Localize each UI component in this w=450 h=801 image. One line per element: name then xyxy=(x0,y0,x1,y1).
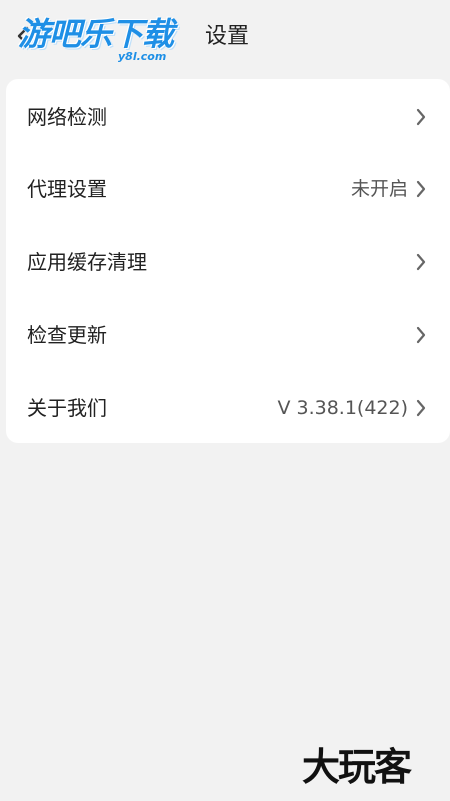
settings-item-value: 未开启 xyxy=(350,178,408,200)
settings-item-label: 网络检测 xyxy=(27,105,107,129)
top-bar: 游吧乐下载 y8l.com 设置 xyxy=(0,0,450,72)
watermark-logo: 大玩客 xyxy=(302,742,444,792)
settings-item-clear-cache[interactable]: 应用缓存清理 xyxy=(6,226,450,298)
chevron-right-icon xyxy=(414,107,428,127)
settings-item-proxy[interactable]: 代理设置 未开启 xyxy=(6,153,450,225)
logo-sub-text: y8l.com xyxy=(118,50,167,63)
settings-item-label: 关于我们 xyxy=(27,396,107,420)
settings-item-label: 应用缓存清理 xyxy=(27,250,147,274)
logo-main-text: 游吧乐下载 xyxy=(18,15,174,53)
settings-item-value: V 3.38.1(422) xyxy=(277,397,408,419)
chevron-right-icon xyxy=(414,179,428,199)
settings-item-about[interactable]: 关于我们 V 3.38.1(422) xyxy=(6,372,450,444)
settings-item-label: 检查更新 xyxy=(27,323,107,347)
chevron-right-icon xyxy=(414,252,428,272)
chevron-right-icon xyxy=(414,325,428,345)
logo: 游吧乐下载 y8l.com xyxy=(18,14,186,66)
settings-item-network-check[interactable]: 网络检测 xyxy=(6,81,450,153)
chevron-right-icon xyxy=(414,398,428,418)
watermark-text: 大玩客 xyxy=(302,745,412,789)
page-title: 设置 xyxy=(205,24,250,49)
settings-list: 网络检测 代理设置 未开启 应用缓存清理 检查更新 关于我们 V 3.38.1(… xyxy=(6,79,450,443)
settings-item-label: 代理设置 xyxy=(27,177,107,201)
settings-item-check-update[interactable]: 检查更新 xyxy=(6,299,450,371)
